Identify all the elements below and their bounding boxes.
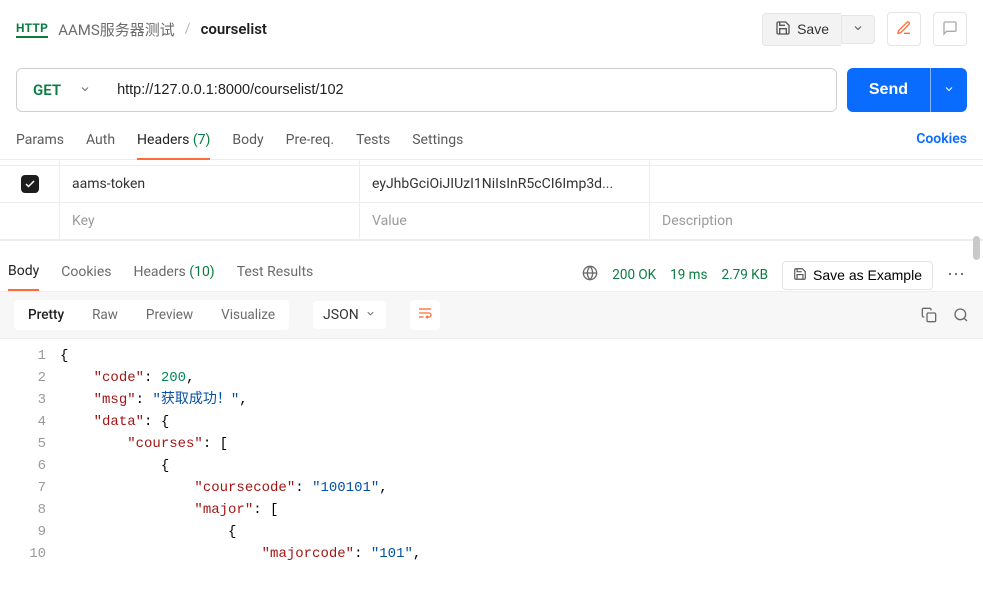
globe-icon[interactable]	[582, 265, 598, 285]
tab-headers-label: Headers	[137, 132, 189, 148]
response-code[interactable]: 12345678910 { "code": 200, "msg": "获取成功！…	[0, 339, 983, 571]
breadcrumb-sep: /	[185, 21, 191, 37]
header-desc-cell[interactable]	[650, 166, 983, 202]
view-raw[interactable]: Raw	[78, 300, 132, 330]
table-row: aams-token eyJhbGciOiJIUzI1NiIsInR5cCI6I…	[0, 166, 983, 203]
view-visualize[interactable]: Visualize	[207, 300, 289, 330]
wrap-button[interactable]	[410, 300, 440, 330]
send-caret[interactable]	[930, 68, 967, 112]
resp-tab-cookies[interactable]: Cookies	[61, 260, 111, 290]
status-time: 19 ms	[670, 267, 707, 283]
resp-tab-body[interactable]: Body	[8, 259, 39, 291]
resp-tab-headers[interactable]: Headers (10)	[133, 260, 214, 290]
header-key-placeholder[interactable]: Key	[60, 203, 360, 239]
row-checkbox-cell[interactable]	[0, 166, 60, 202]
header-actions: Save	[762, 12, 967, 46]
format-value: JSON	[323, 307, 359, 323]
row-checkbox-cell[interactable]	[0, 203, 60, 239]
send-group: Send	[847, 68, 967, 112]
send-button[interactable]: Send	[847, 68, 930, 112]
save-label: Save	[797, 21, 829, 37]
tab-auth[interactable]: Auth	[86, 128, 115, 159]
format-select[interactable]: JSON	[313, 301, 386, 329]
resp-tab-headers-count: (10)	[189, 264, 214, 280]
more-icon[interactable]: ⋯	[947, 266, 967, 284]
header-value-placeholder[interactable]: Value	[360, 203, 650, 239]
view-preview[interactable]: Preview	[132, 300, 207, 330]
breadcrumb-request: courselist	[201, 20, 267, 38]
scroll-thumb[interactable]	[973, 236, 980, 260]
comment-icon	[942, 20, 958, 39]
edit-button[interactable]	[887, 12, 921, 46]
tab-headers-count: (7)	[193, 132, 211, 148]
tab-params[interactable]: Params	[16, 128, 64, 159]
wrap-icon	[417, 305, 433, 325]
tab-settings[interactable]: Settings	[412, 128, 463, 159]
save-caret[interactable]	[841, 15, 875, 44]
view-pretty[interactable]: Pretty	[14, 300, 78, 330]
copy-button[interactable]	[921, 307, 937, 323]
save-icon	[793, 267, 807, 284]
save-icon	[775, 20, 791, 39]
pencil-icon	[896, 20, 912, 39]
resp-tab-testresults[interactable]: Test Results	[237, 260, 314, 290]
url-input[interactable]	[105, 69, 836, 111]
chevron-down-icon	[365, 307, 376, 323]
table-row-new: Key Value Description	[0, 203, 983, 240]
method-value: GET	[33, 81, 61, 99]
header-bar: HTTP AAMS服务器测试 / courselist Save	[0, 0, 983, 58]
view-tabs: Pretty Raw Preview Visualize	[14, 300, 289, 330]
response-section: Body Cookies Headers (10) Test Results 2…	[0, 253, 983, 571]
tab-body[interactable]: Body	[232, 128, 263, 159]
resp-tab-headers-label: Headers	[133, 264, 185, 280]
save-example-button[interactable]: Save as Example	[782, 261, 933, 290]
url-bar: GET	[16, 68, 837, 112]
search-button[interactable]	[953, 307, 969, 323]
save-group: Save	[762, 13, 875, 46]
url-row: GET Send	[0, 58, 983, 128]
chevron-down-icon	[943, 83, 955, 98]
view-bar: Pretty Raw Preview Visualize JSON	[0, 291, 983, 339]
checkbox-checked[interactable]	[21, 175, 39, 193]
header-key-cell[interactable]: aams-token	[60, 166, 360, 202]
breadcrumb-collection[interactable]: AAMS服务器测试	[58, 19, 175, 40]
response-tabs: Body Cookies Headers (10) Test Results 2…	[0, 253, 983, 291]
tab-tests[interactable]: Tests	[356, 128, 390, 159]
request-tabs: Params Auth Headers (7) Body Pre-req. Te…	[0, 128, 983, 160]
headers-table: aams-token eyJhbGciOiJIUzI1NiIsInR5cCI6I…	[0, 160, 983, 241]
breadcrumb: HTTP AAMS服务器测试 / courselist	[16, 19, 267, 40]
tab-prereq[interactable]: Pre-req.	[286, 128, 334, 159]
chevron-down-icon	[852, 22, 864, 37]
save-example-label: Save as Example	[813, 267, 922, 283]
code-body[interactable]: { "code": 200, "msg": "获取成功！", "data": {…	[60, 339, 983, 571]
header-value-cell[interactable]: eyJhbGciOiJIUzI1NiIsInR5cCI6Imp3d...	[360, 166, 650, 202]
comment-button[interactable]	[933, 12, 967, 46]
line-gutter: 12345678910	[0, 339, 60, 571]
cookies-link[interactable]: Cookies	[916, 131, 967, 157]
status-size: 2.79 KB	[721, 267, 768, 283]
save-button[interactable]: Save	[762, 13, 841, 46]
tab-headers[interactable]: Headers (7)	[137, 128, 210, 160]
http-badge: HTTP	[16, 21, 48, 38]
chevron-down-icon	[79, 81, 91, 99]
method-select[interactable]: GET	[17, 69, 105, 111]
header-desc-placeholder[interactable]: Description	[650, 203, 983, 239]
status-code: 200 OK	[612, 267, 656, 283]
